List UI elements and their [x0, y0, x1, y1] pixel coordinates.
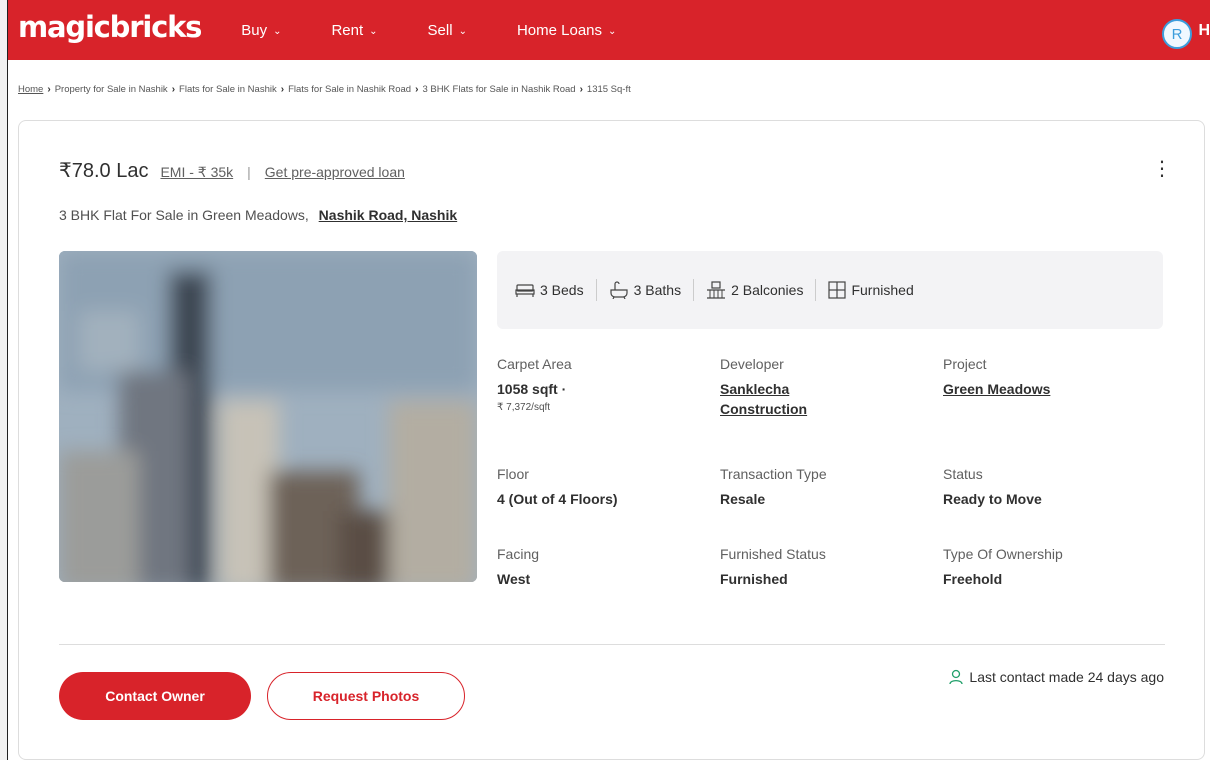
breadcrumb-flats-nashik-road[interactable]: Flats for Sale in Nashik Road	[288, 84, 411, 95]
detail-value: Freehold	[943, 571, 1003, 587]
detail-label: Carpet Area	[497, 356, 572, 372]
project-link[interactable]: Green Meadows	[943, 379, 1153, 399]
amenity-divider	[595, 279, 597, 301]
property-photo[interactable]	[59, 251, 477, 582]
breadcrumb-separator-icon: ›	[171, 83, 176, 95]
chevron-down-icon: ⌄	[608, 25, 617, 37]
nav-home-loans[interactable]: Home Loans ⌄	[517, 22, 616, 39]
detail-label: Facing	[497, 546, 540, 562]
breadcrumb-flats-sale-nashik[interactable]: Flats for Sale in Nashik	[179, 84, 277, 95]
detail-label: Furnished Status	[720, 546, 826, 562]
amenity-furnished-label: Furnished	[851, 282, 914, 298]
amenity-beds-label: 3 Beds	[540, 282, 584, 298]
top-navigation: magicbricks Buy ⌄ Rent ⌄ Sell ⌄ Home Loa…	[8, 0, 1210, 60]
user-avatar[interactable]: R	[1162, 19, 1192, 49]
breadcrumb-home[interactable]: Home	[18, 84, 43, 95]
detail-label: Developer	[720, 356, 784, 372]
card-divider	[59, 644, 1165, 645]
last-contact-text: Last contact made 24 days ago	[969, 669, 1164, 685]
detail-label: Project	[943, 356, 987, 372]
balcony-icon	[707, 281, 726, 299]
detail-value: 1058 sqft ·	[497, 381, 567, 397]
detail-value: Resale	[720, 491, 766, 507]
nav-home-loans-label: Home Loans	[516, 21, 603, 39]
detail-label: Type Of Ownership	[943, 546, 1063, 562]
breadcrumb-separator-icon: ›	[415, 83, 419, 95]
contact-owner-button[interactable]: Contact Owner	[59, 672, 251, 720]
amenity-furnished: Furnished	[828, 281, 914, 299]
detail-transaction-type: Transaction Type Resale	[720, 466, 930, 509]
detail-value: West	[497, 571, 531, 587]
detail-label: Transaction Type	[720, 466, 827, 482]
bath-icon	[609, 281, 628, 299]
price-row: ₹78.0 Lac EMI - ₹ 35k | Get pre-approved…	[59, 158, 405, 183]
magicbricks-logo[interactable]: magicbricks	[18, 10, 202, 44]
detail-price-per-sqft: ₹ 7,372/sqft	[497, 402, 551, 413]
developer-link[interactable]: Sanklecha Construction	[720, 379, 850, 419]
amenity-divider	[815, 279, 817, 301]
nav-buy-label: Buy	[241, 21, 268, 39]
breadcrumb-property-sale-nashik[interactable]: Property for Sale in Nashik	[55, 84, 168, 95]
breadcrumb-3bhk-nashik-road[interactable]: 3 BHK Flats for Sale in Nashik Road	[422, 84, 575, 95]
emi-link[interactable]: EMI - ₹ 35k	[160, 164, 233, 181]
bed-icon	[515, 284, 535, 297]
detail-developer: Developer Sanklecha Construction	[720, 356, 930, 419]
amenity-balconies-label: 2 Balconies	[731, 282, 804, 298]
detail-label: Status	[943, 466, 983, 482]
amenity-divider	[693, 279, 695, 301]
breadcrumb-separator-icon: ›	[280, 83, 285, 95]
detail-status: Status Ready to Move	[943, 466, 1153, 509]
amenity-beds: 3 Beds	[515, 282, 584, 298]
breadcrumb: Home › Property for Sale in Nashik › Fla…	[8, 60, 1210, 118]
listing-card: ₹78.0 Lac EMI - ₹ 35k | Get pre-approved…	[18, 120, 1205, 760]
amenities-bar: 3 Beds 3 Baths 2 Balconies Furnished	[497, 251, 1163, 329]
amenity-baths: 3 Baths	[609, 281, 681, 299]
pre-approved-loan-link[interactable]: Get pre-approved loan	[265, 164, 405, 180]
breadcrumb-separator-icon: ›	[47, 83, 51, 95]
nav-rent-label: Rent	[331, 21, 364, 39]
chevron-down-icon: ⌄	[273, 25, 282, 37]
detail-floor: Floor 4 (Out of 4 Floors)	[497, 466, 707, 509]
detail-ownership: Type Of Ownership Freehold	[943, 546, 1153, 589]
nav-rent[interactable]: Rent ⌄	[331, 22, 377, 39]
chevron-down-icon: ⌄	[369, 25, 378, 37]
browser-frame: magicbricks Buy ⌄ Rent ⌄ Sell ⌄ Home Loa…	[7, 0, 1210, 760]
detail-carpet-area: Carpet Area 1058 sqft · ₹ 7,372/sqft	[497, 356, 707, 413]
price-separator: |	[247, 164, 251, 180]
listing-title: 3 BHK Flat For Sale in Green Meadows, Na…	[59, 207, 457, 223]
detail-value: Ready to Move	[943, 491, 1042, 507]
detail-furnished-status: Furnished Status Furnished	[720, 546, 930, 589]
nav-sell-label: Sell	[427, 21, 453, 39]
user-icon	[949, 669, 964, 685]
listing-title-text: 3 BHK Flat For Sale in Green Meadows,	[59, 207, 309, 223]
request-photos-button[interactable]: Request Photos	[267, 672, 465, 720]
breadcrumb-separator-icon: ›	[579, 83, 583, 95]
chevron-down-icon: ⌄	[458, 25, 467, 37]
amenity-baths-label: 3 Baths	[633, 282, 682, 298]
detail-value: 4 (Out of 4 Floors)	[497, 491, 618, 507]
user-name-truncated[interactable]: H	[1198, 22, 1210, 40]
breadcrumb-current: 1315 Sq-ft	[586, 83, 631, 95]
property-photo-blur	[59, 251, 477, 582]
last-contact-info: Last contact made 24 days ago	[949, 669, 1164, 685]
amenity-balconies: 2 Balconies	[706, 281, 803, 299]
detail-facing: Facing West	[497, 546, 707, 589]
nav-buy[interactable]: Buy ⌄	[241, 22, 281, 39]
nav-sell[interactable]: Sell ⌄	[428, 22, 467, 39]
detail-label: Floor	[497, 466, 529, 482]
detail-value: Furnished	[720, 571, 788, 587]
detail-project: Project Green Meadows	[943, 356, 1153, 399]
furnished-icon	[828, 281, 847, 299]
listing-location-link[interactable]: Nashik Road, Nashik	[319, 207, 458, 223]
listing-price: ₹78.0 Lac	[59, 160, 149, 182]
more-options-icon[interactable]: ⋮	[1152, 159, 1172, 179]
